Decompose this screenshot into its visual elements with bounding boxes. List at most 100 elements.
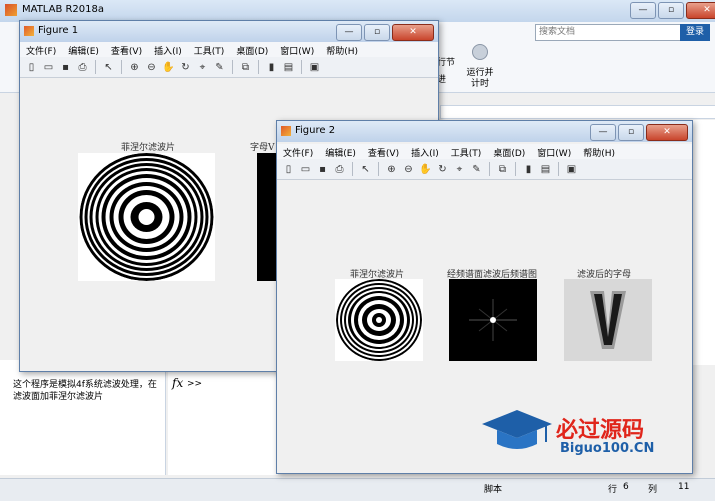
command-description-panel xyxy=(0,360,166,475)
login-button[interactable]: 登录 xyxy=(680,24,710,41)
figure-1-controls: — ▫ ✕ xyxy=(336,24,434,41)
watermark-line2: Biguo100.CN xyxy=(560,441,655,456)
toolbar-divider xyxy=(95,60,96,74)
toolbar-divider xyxy=(378,162,379,176)
figure-icon xyxy=(24,26,34,36)
save-icon[interactable]: ▪ xyxy=(315,162,330,177)
print-icon[interactable]: ⎙ xyxy=(75,60,90,75)
colorbar-icon[interactable]: ▮ xyxy=(264,60,279,75)
toolbar-divider xyxy=(515,162,516,176)
figure-2-menubar: 文件(F) 编辑(E) 查看(V) 插入(I) 工具(T) 桌面(D) 窗口(W… xyxy=(277,144,692,159)
figure-2-title: Figure 2 xyxy=(295,125,336,136)
toolbar-divider xyxy=(232,60,233,74)
figure-2-titlebar: Figure 2 — ▫ ✕ xyxy=(277,121,692,142)
menu-window[interactable]: 窗口(W) xyxy=(531,144,577,159)
figure-2-controls: — ▫ ✕ xyxy=(590,124,688,141)
command-prompt: >> xyxy=(187,379,203,389)
menu-file[interactable]: 文件(F) xyxy=(277,144,319,159)
menu-desktop[interactable]: 桌面(D) xyxy=(487,144,531,159)
print-icon[interactable]: ⎙ xyxy=(332,162,347,177)
menu-edit[interactable]: 编辑(E) xyxy=(319,144,362,159)
pan-icon[interactable]: ✋ xyxy=(161,60,176,75)
pan-icon[interactable]: ✋ xyxy=(418,162,433,177)
link-icon[interactable]: ⧉ xyxy=(238,60,253,75)
toolbar-divider xyxy=(489,162,490,176)
command-description: 这个程序是模拟4f系统滤波处理，在滤波面加菲涅尔滤波片 xyxy=(13,380,157,402)
legend-icon[interactable]: ▤ xyxy=(538,162,553,177)
toolbar-divider xyxy=(558,162,559,176)
minimize-button[interactable]: — xyxy=(630,2,656,19)
status-col-value: 11 xyxy=(678,482,690,492)
menu-tools[interactable]: 工具(T) xyxy=(445,144,488,159)
plot-label-fresnel: 菲涅尔滤波片 xyxy=(120,143,175,153)
menu-help[interactable]: 帮助(H) xyxy=(577,144,621,159)
figure-2-toolbar: ▯ ▭ ▪ ⎙ ↖ ⊕ ⊖ ✋ ↻ ⌖ ✎ ⧉ ▮ ▤ ▣ xyxy=(277,159,692,180)
close-button[interactable]: ✕ xyxy=(686,2,715,19)
figure-1-toolbar: ▯ ▭ ▪ ⎙ ↖ ⊕ ⊖ ✋ ↻ ⌖ ✎ ⧉ ▮ ▤ ▣ xyxy=(20,57,438,78)
figure-1-menubar: 文件(F) 编辑(E) 查看(V) 插入(I) 工具(T) 桌面(D) 窗口(W… xyxy=(20,42,438,57)
zoom-out-icon[interactable]: ⊖ xyxy=(401,162,416,177)
zoom-out-icon[interactable]: ⊖ xyxy=(144,60,159,75)
rotate-icon[interactable]: ↻ xyxy=(435,162,450,177)
status-row-value: 6 xyxy=(623,482,629,492)
hide-plot-tools-icon[interactable]: ▣ xyxy=(307,60,322,75)
pointer-icon[interactable]: ↖ xyxy=(101,60,116,75)
new-file-icon[interactable]: ▯ xyxy=(281,162,296,177)
toolbar-divider xyxy=(301,60,302,74)
fx-icon: fx xyxy=(172,376,184,390)
command-window[interactable] xyxy=(168,370,278,475)
legend-icon[interactable]: ▤ xyxy=(281,60,296,75)
menu-window[interactable]: 窗口(W) xyxy=(274,42,320,57)
current-folder-bar xyxy=(440,105,715,119)
menu-help[interactable]: 帮助(H) xyxy=(320,42,364,57)
brush-icon[interactable]: ✎ xyxy=(469,162,484,177)
figure-1-titlebar: Figure 1 — ▫ ✕ xyxy=(20,21,438,42)
main-title: MATLAB R2018a xyxy=(22,4,105,15)
pointer-icon[interactable]: ↖ xyxy=(358,162,373,177)
link-icon[interactable]: ⧉ xyxy=(495,162,510,177)
run-time-icon xyxy=(472,44,488,60)
minimize-button[interactable]: — xyxy=(590,124,616,141)
ribbon-snippet-a: 行节 xyxy=(437,58,456,68)
minimize-button[interactable]: — xyxy=(336,24,362,41)
hide-plot-tools-icon[interactable]: ▣ xyxy=(564,162,579,177)
close-button[interactable]: ✕ xyxy=(392,24,434,41)
search-input[interactable]: 搜索文档 xyxy=(535,24,682,41)
toolbar-divider xyxy=(352,162,353,176)
figure-1-title: Figure 1 xyxy=(38,25,79,36)
menu-file[interactable]: 文件(F) xyxy=(20,42,62,57)
open-folder-icon[interactable]: ▭ xyxy=(41,60,56,75)
matlab-logo-icon xyxy=(5,4,17,16)
toolbar-divider xyxy=(121,60,122,74)
menu-view[interactable]: 查看(V) xyxy=(105,42,148,57)
menu-tools[interactable]: 工具(T) xyxy=(188,42,231,57)
rotate-icon[interactable]: ↻ xyxy=(178,60,193,75)
fresnel-zone-plate-image xyxy=(78,153,215,281)
close-button[interactable]: ✕ xyxy=(646,124,688,141)
menu-insert[interactable]: 插入(I) xyxy=(405,144,445,159)
zoom-in-icon[interactable]: ⊕ xyxy=(127,60,142,75)
brush-icon[interactable]: ✎ xyxy=(212,60,227,75)
maximize-button[interactable]: ▫ xyxy=(618,124,644,141)
maximize-button[interactable]: ▫ xyxy=(364,24,390,41)
save-icon[interactable]: ▪ xyxy=(58,60,73,75)
menu-insert[interactable]: 插入(I) xyxy=(148,42,188,57)
filtered-spectrum-image xyxy=(449,279,537,361)
letter-v-image xyxy=(257,153,277,281)
colorbar-icon[interactable]: ▮ xyxy=(521,162,536,177)
open-folder-icon[interactable]: ▭ xyxy=(298,162,313,177)
menu-edit[interactable]: 编辑(E) xyxy=(62,42,105,57)
status-script: 脚本 xyxy=(484,485,503,495)
main-window-controls: — ▫ ✕ xyxy=(630,2,715,19)
run-and-time-button[interactable]: 运行并 计时 xyxy=(460,68,500,90)
new-file-icon[interactable]: ▯ xyxy=(24,60,39,75)
menu-desktop[interactable]: 桌面(D) xyxy=(230,42,274,57)
data-cursor-icon[interactable]: ⌖ xyxy=(195,60,210,75)
graduation-cap-icon xyxy=(482,410,552,449)
zoom-in-icon[interactable]: ⊕ xyxy=(384,162,399,177)
data-cursor-icon[interactable]: ⌖ xyxy=(452,162,467,177)
status-row-label: 行 xyxy=(608,485,618,495)
maximize-button[interactable]: ▫ xyxy=(658,2,684,19)
watermark-line1: 必过源码 xyxy=(556,418,645,443)
menu-view[interactable]: 查看(V) xyxy=(362,144,405,159)
